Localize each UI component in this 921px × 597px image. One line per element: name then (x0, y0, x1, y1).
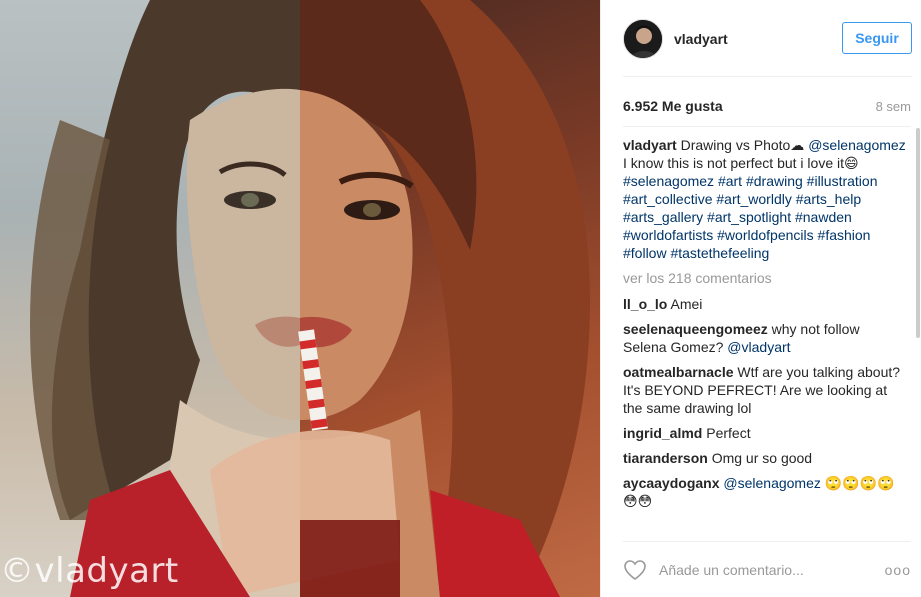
username[interactable]: vladyart (674, 31, 728, 47)
likes-row: 6.952 Me gusta 8 sem (623, 96, 911, 116)
caption: vladyart Drawing vs Photo☁ @selenagomez … (623, 136, 907, 262)
comment: aycaaydoganx @selenagomez 🙄🙄🙄🙄 😳😳 (623, 474, 907, 510)
comment: ll_o_lo Amei (623, 295, 907, 313)
post: ©vladyart vladyart Seguir 6.952 Me gusta… (0, 0, 921, 597)
post-image[interactable]: ©vladyart (0, 0, 600, 597)
follow-button[interactable]: Seguir (842, 22, 912, 54)
comment-footer: ooo (623, 541, 911, 597)
comment-username[interactable]: tiaranderson (623, 450, 708, 466)
comment-username[interactable]: oatmealbarnacle (623, 364, 734, 380)
comment-username[interactable]: aycaaydoganx (623, 475, 720, 491)
caption-text: Drawing vs Photo☁ (680, 137, 805, 153)
options-icon[interactable]: ooo (885, 562, 911, 578)
comment-text: Amei (670, 296, 703, 312)
view-all-comments-link[interactable]: ver los 218 comentarios (623, 269, 907, 287)
comment-username[interactable]: ingrid_almd (623, 425, 702, 441)
divider (623, 126, 911, 127)
comment-text: Perfect (706, 425, 751, 441)
comment-username[interactable]: seelenaqueengomeez (623, 321, 768, 337)
watermark: ©vladyart (0, 551, 179, 591)
heart-icon[interactable] (623, 558, 647, 582)
avatar[interactable] (623, 18, 663, 59)
caption-username[interactable]: vladyart (623, 137, 677, 153)
scrollbar[interactable] (916, 128, 920, 338)
caption-text: I know this is not perfect but i love it… (623, 155, 859, 171)
caption-mention[interactable]: @selenagomez (808, 137, 906, 153)
comment: oatmealbarnacle Wtf are you talking abou… (623, 363, 907, 417)
post-header: vladyart Seguir (601, 0, 921, 77)
comment: ingrid_almd Perfect (623, 424, 907, 442)
post-time[interactable]: 8 sem (876, 99, 911, 114)
comment-mention[interactable]: @vladyart (727, 339, 790, 355)
comment: tiaranderson Omg ur so good (623, 449, 907, 467)
comment: seelenaqueengomeez why not follow Selena… (623, 320, 907, 356)
portrait-illustration (30, 0, 590, 597)
comment-mention[interactable]: @selenagomez (723, 475, 821, 491)
comment-username[interactable]: ll_o_lo (623, 296, 667, 312)
divider (623, 76, 912, 77)
comments-list: vladyart Drawing vs Photo☁ @selenagomez … (623, 136, 907, 541)
likes-count[interactable]: 6.952 Me gusta (623, 98, 723, 114)
comment-text: Omg ur so good (711, 450, 813, 466)
post-side-panel: vladyart Seguir 6.952 Me gusta 8 sem vla… (600, 0, 921, 597)
caption-hashtags[interactable]: #selenagomez #art #drawing #illustration… (623, 173, 877, 261)
add-comment-input[interactable] (659, 561, 885, 578)
